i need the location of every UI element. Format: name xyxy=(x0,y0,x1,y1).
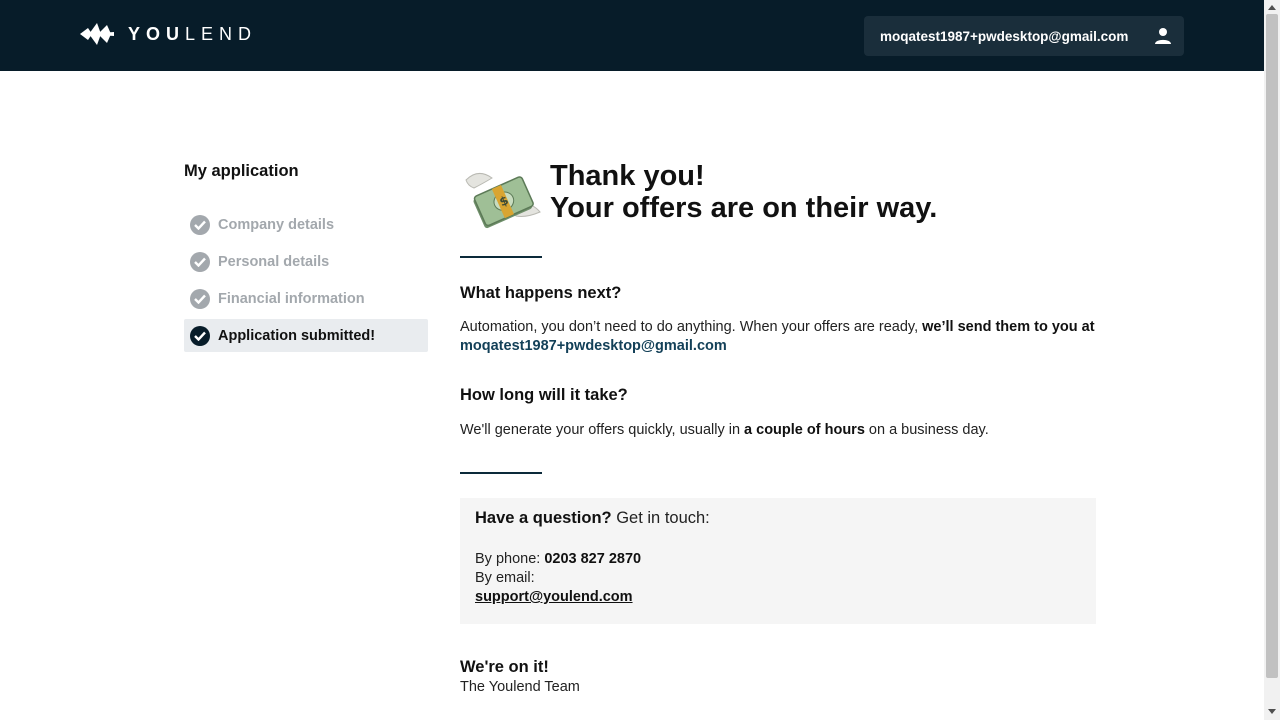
phone-number: 0203 827 2870 xyxy=(544,551,642,567)
step-financial-information: Financial information xyxy=(184,282,428,315)
email-label: By email: xyxy=(475,570,535,586)
check-circle-icon xyxy=(190,251,210,272)
step-label: Personal details xyxy=(218,253,330,270)
hero: $ Thank you! Your offers are on their wa… xyxy=(460,160,1096,235)
step-label: Company details xyxy=(218,216,335,233)
check-circle-icon xyxy=(190,214,210,235)
next-text-plain: Automation, you don’t need to do anythin… xyxy=(460,319,923,335)
phone-label: By phone: xyxy=(475,551,545,567)
scroll-up-arrow-icon[interactable] xyxy=(1268,5,1276,10)
user-email-link[interactable]: moqatest1987+pwdesktop@gmail.com xyxy=(460,338,727,354)
user-email: moqatest1987+pwdesktop@gmail.com xyxy=(880,28,1129,44)
duration-text-bold: a couple of hours xyxy=(744,422,865,438)
youlend-logo[interactable]: YOULEND xyxy=(80,20,257,48)
title-line-2: Your offers are on their way. xyxy=(550,192,938,224)
support-email-link[interactable]: support@youlend.com xyxy=(475,589,633,605)
signoff-heading: We're on it! xyxy=(460,658,549,676)
signoff: We're on it! The Youlend Team xyxy=(460,657,1096,697)
next-text-bold: we’ll send them to you at xyxy=(922,319,1095,335)
contact-details: By phone: 0203 827 2870 By email: suppor… xyxy=(475,550,1081,607)
section-divider xyxy=(460,256,542,258)
youlend-logo-icon xyxy=(80,23,114,45)
what-happens-next-text: Automation, you don’t need to do anythin… xyxy=(460,318,1096,356)
scroll-thumb[interactable] xyxy=(1266,14,1278,678)
what-happens-next-heading: What happens next? xyxy=(460,284,622,302)
signoff-team: The Youlend Team xyxy=(460,679,580,695)
page-title: Thank you! Your offers are on their way. xyxy=(550,160,937,224)
step-application-submitted: Application submitted! xyxy=(184,319,428,352)
how-long-heading: How long will it take? xyxy=(460,386,628,404)
user-account-button[interactable]: moqatest1987+pwdesktop@gmail.com xyxy=(864,16,1184,56)
title-line-1: Thank you! xyxy=(550,160,705,192)
confirmation-content: $ Thank you! Your offers are on their wa… xyxy=(460,160,1096,697)
scroll-down-arrow-icon[interactable] xyxy=(1268,709,1276,714)
logo-wordmark: YOULEND xyxy=(128,23,258,44)
sidebar-title: My application xyxy=(184,162,299,180)
check-circle-icon xyxy=(190,288,210,309)
contact-heading-rest: Get in touch: xyxy=(611,509,710,527)
section-divider xyxy=(460,472,542,474)
duration-text-after: on a business day. xyxy=(864,422,989,438)
application-progress-sidebar: My application Company details Personal … xyxy=(184,160,428,352)
step-company-details: Company details xyxy=(184,208,428,241)
contact-heading: Have a question? Get in touch: xyxy=(475,508,1081,528)
how-long-text: We'll generate your offers quickly, usua… xyxy=(460,421,1096,440)
phone-line: By phone: 0203 827 2870 xyxy=(475,550,1081,569)
page-scrollbar[interactable] xyxy=(1264,0,1280,720)
top-header: YOULEND moqatest1987+pwdesktop@gmail.com xyxy=(0,0,1264,71)
step-label: Financial information xyxy=(218,290,365,307)
duration-text-before: We'll generate your offers quickly, usua… xyxy=(460,422,745,438)
money-with-wings-icon: $ xyxy=(465,173,541,229)
check-circle-icon xyxy=(190,325,210,346)
contact-box: Have a question? Get in touch: By phone:… xyxy=(460,498,1096,624)
contact-heading-bold: Have a question? xyxy=(475,509,612,527)
step-label: Application submitted! xyxy=(218,327,376,344)
person-icon xyxy=(1155,28,1171,44)
step-personal-details: Personal details xyxy=(184,245,428,278)
